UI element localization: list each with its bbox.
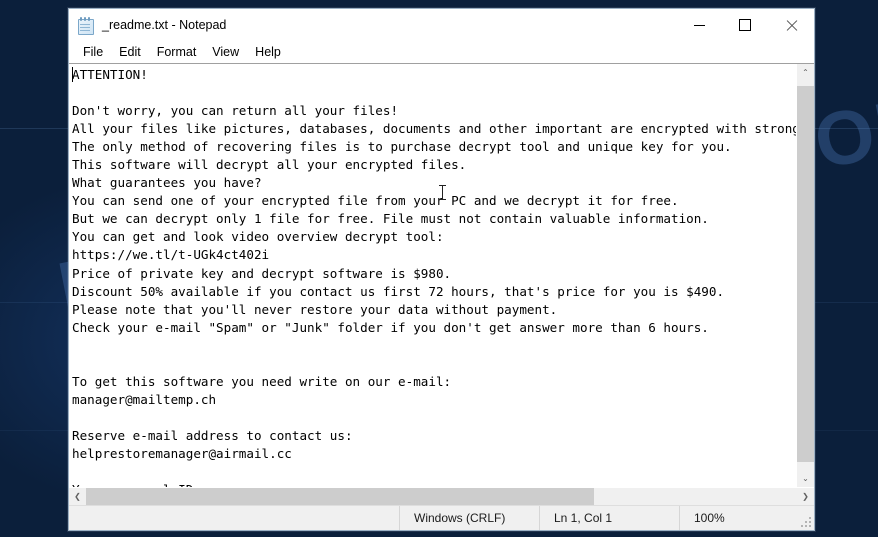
notepad-window: _readme.txt - Notepad File Edit Format V…	[68, 8, 815, 531]
title-bar-left: _readme.txt - Notepad	[69, 16, 227, 35]
horizontal-scrollbar-thumb[interactable]	[86, 488, 594, 505]
scroll-up-arrow[interactable]: ⌃	[797, 64, 814, 81]
status-cursor-position: Ln 1, Col 1	[539, 506, 679, 530]
maximize-icon	[739, 19, 751, 31]
vertical-scrollbar-thumb[interactable]	[797, 86, 814, 462]
maximize-button[interactable]	[722, 9, 768, 41]
text-caret	[72, 67, 73, 82]
scroll-right-arrow[interactable]: ❯	[797, 488, 814, 505]
horizontal-scrollbar[interactable]: ❮ ❯	[69, 487, 814, 505]
minimize-icon	[693, 24, 705, 26]
mouse-ibeam-cursor	[439, 185, 446, 200]
text-editor[interactable]: ATTENTION! Don't worry, you can return a…	[69, 64, 796, 487]
minimize-button[interactable]	[676, 9, 722, 41]
menu-item-help[interactable]: Help	[247, 44, 289, 60]
close-button[interactable]	[768, 9, 814, 41]
document-text: ATTENTION! Don't worry, you can return a…	[72, 67, 796, 487]
status-bar: Windows (CRLF) Ln 1, Col 1 100%	[69, 505, 814, 530]
editor-region: ATTENTION! Don't worry, you can return a…	[69, 63, 814, 487]
status-bar-spacer	[69, 506, 399, 530]
scroll-left-arrow[interactable]: ❮	[69, 488, 86, 505]
status-zoom-level: 100%	[679, 506, 814, 530]
menu-item-edit[interactable]: Edit	[111, 44, 149, 60]
menu-bar: File Edit Format View Help	[69, 41, 814, 63]
vertical-scrollbar[interactable]: ⌃ ⌄	[796, 64, 814, 487]
resize-grip[interactable]	[801, 517, 811, 527]
window-title: _readme.txt - Notepad	[102, 18, 227, 32]
scroll-down-arrow[interactable]: ⌄	[797, 470, 814, 487]
close-icon	[786, 20, 797, 31]
title-bar[interactable]: _readme.txt - Notepad	[69, 9, 814, 41]
notepad-icon	[77, 16, 94, 35]
window-controls	[676, 9, 814, 41]
menu-item-format[interactable]: Format	[149, 44, 205, 60]
status-line-ending: Windows (CRLF)	[399, 506, 539, 530]
menu-item-file[interactable]: File	[75, 44, 111, 60]
menu-item-view[interactable]: View	[204, 44, 247, 60]
